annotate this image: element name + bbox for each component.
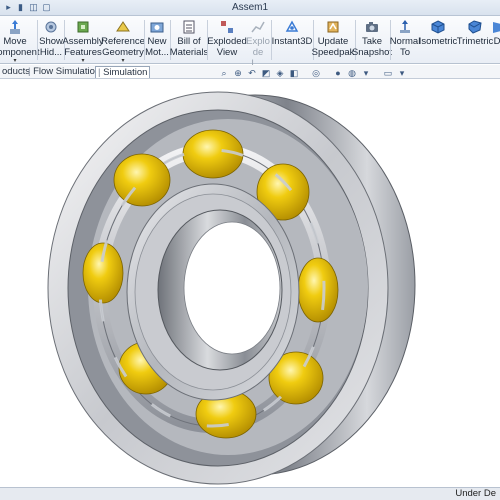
trimetric-view-button[interactable]: Trimetric [456, 19, 494, 63]
show-hidden-label: Show Hid... [39, 36, 63, 58]
tab-flow-simulation[interactable]: | Flow Simulation [26, 66, 102, 78]
exploded-view-icon [219, 19, 235, 35]
bill-of-materials-icon [181, 19, 197, 35]
title-bar: ▸ ▮ ◫ ▢ Assem1 [0, 0, 500, 16]
ball [113, 153, 171, 207]
zoom-to-area-icon[interactable]: ⊕ [232, 67, 244, 79]
camera-icon [364, 19, 380, 35]
view-orientation-icon[interactable]: ◈ [274, 67, 286, 79]
window-title: Assem1 [231, 2, 269, 13]
bill-of-materials-label: Bill of Materials [169, 36, 209, 58]
take-snapshot-button[interactable]: Take Snapshot [351, 19, 393, 63]
dimetric-view-button[interactable]: D [492, 19, 500, 63]
assembly-features-label: Assembly Features [62, 36, 104, 58]
reference-geometry-icon [115, 19, 131, 35]
assembly-features-button[interactable]: Assembly Features ▾ [62, 19, 104, 64]
move-component-dropdown-icon[interactable]: ▾ [13, 58, 16, 64]
show-hidden-icon [43, 19, 59, 35]
monitor-icon[interactable]: ▭ [382, 67, 394, 79]
update-speedpak-label: Update Speedpak [311, 36, 355, 58]
tab-simulation[interactable]: | Simulation [95, 66, 151, 78]
reference-geometry-dropdown-icon[interactable]: ▾ [121, 58, 124, 64]
exploded-view-button[interactable]: Exploded View [207, 19, 247, 63]
bore-opening [183, 221, 281, 355]
normal-to-button[interactable]: Normal To [389, 19, 421, 63]
instant3d-icon [284, 19, 300, 35]
move-component-label: Move Component [0, 36, 40, 58]
tab-simulation-label: Simulation [103, 67, 148, 78]
new-motion-study-label: New Mot... [145, 36, 169, 58]
update-speedpak-button[interactable]: Update Speedpak [311, 19, 355, 63]
take-snapshot-label: Take Snapshot [351, 36, 393, 58]
reference-geometry-label: Reference Geometry [101, 36, 145, 58]
bill-of-materials-button[interactable]: Bill of Materials [169, 19, 209, 63]
ribbon-separator [37, 20, 38, 60]
previous-view-icon[interactable]: ↶ [246, 67, 258, 79]
section-view-icon[interactable]: ◩ [260, 67, 272, 79]
ball [297, 257, 339, 323]
apply-scene-icon[interactable]: ◍ [346, 67, 358, 79]
show-hidden-button[interactable]: Show Hid... [39, 19, 63, 63]
isometric-label: Isometric [418, 36, 458, 47]
explode-line-sketch-button[interactable]: Explo de L... [246, 19, 270, 69]
move-component-button[interactable]: Move Component ▾ [0, 19, 40, 64]
dimetric-cube-icon [489, 19, 500, 35]
normal-to-icon [397, 19, 413, 35]
normal-to-label: Normal To [389, 36, 421, 58]
heads-up-view-toolbar: ⌕ ⊕ ↶ ◩ ◈ ◧ ◎ ● ◍ ▾ ▭ ▾ [218, 66, 408, 80]
isometric-view-button[interactable]: Isometric [418, 19, 458, 63]
ball-bearing-model [47, 91, 416, 485]
trimetric-cube-icon [467, 19, 483, 35]
move-component-icon [7, 19, 23, 35]
exploded-view-label: Exploded View [207, 36, 247, 58]
new-motion-study-button[interactable]: New Mot... [145, 19, 169, 63]
view-settings-icon[interactable]: ▾ [360, 67, 372, 79]
dimetric-label: D [493, 36, 500, 47]
tab-flow-simulation-label: Flow Simulation [33, 66, 101, 77]
assembly-features-dropdown-icon[interactable]: ▾ [81, 58, 84, 64]
edit-appearance-icon[interactable]: ● [332, 67, 344, 79]
trimetric-label: Trimetric [456, 36, 494, 47]
graphics-area[interactable] [0, 80, 500, 487]
assembly-features-icon [75, 19, 91, 35]
status-bar: Under De [0, 487, 500, 500]
command-manager-ribbon: Move Component ▾ Show Hid... Assembly Fe… [0, 16, 500, 69]
display-style-icon[interactable]: ◧ [288, 67, 300, 79]
hide-show-items-icon[interactable]: ◎ [310, 67, 322, 79]
zoom-to-fit-icon[interactable]: ⌕ [218, 67, 230, 79]
explode-line-icon [250, 19, 266, 35]
motion-study-icon [149, 19, 165, 35]
reference-geometry-button[interactable]: Reference Geometry ▾ [101, 19, 145, 64]
instant3d-button[interactable]: Instant3D [272, 19, 312, 63]
more-options-icon[interactable]: ▾ [396, 67, 408, 79]
speedpak-icon [325, 19, 341, 35]
status-text: Under De [455, 488, 496, 499]
instant3d-label: Instant3D [271, 36, 313, 47]
isometric-cube-icon [430, 19, 446, 35]
